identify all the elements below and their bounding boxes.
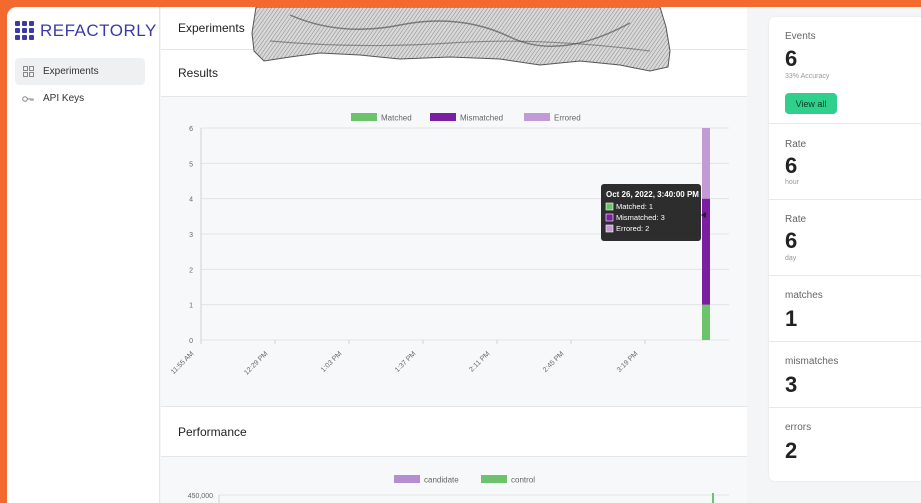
legend-swatch-errored xyxy=(524,113,550,121)
stat-value: 1 xyxy=(785,306,798,331)
tooltip-line: Errored: 2 xyxy=(616,224,649,233)
legend-label: control xyxy=(511,476,535,485)
performance-chart[interactable]: candidate control 450,000 xyxy=(161,457,747,503)
app-frame: REFACTORLY Experiments API Keys Experime… xyxy=(7,7,921,503)
stat-label: mismatches xyxy=(785,356,839,367)
stat-mismatches: mismatches 3 xyxy=(769,342,921,408)
stat-matches: matches 1 xyxy=(769,276,921,342)
stat-label: errors xyxy=(785,422,812,433)
legend-swatch-control xyxy=(481,475,507,483)
y-tick-label: 4 xyxy=(189,197,193,204)
sidebar-nav: Experiments API Keys xyxy=(15,58,145,112)
brand-name: REFACTORLY xyxy=(40,21,157,40)
stat-label: Rate xyxy=(785,214,807,225)
y-tick-label: 0 xyxy=(189,338,193,345)
x-tick-label: 2:45 PM xyxy=(542,350,566,374)
legend-label: Matched xyxy=(381,114,412,123)
x-tick-label: 12:29 PM xyxy=(243,350,269,376)
legend-label: Mismatched xyxy=(460,114,503,123)
tooltip-line: Mismatched: 3 xyxy=(616,213,665,222)
y-tick-label: 3 xyxy=(189,232,193,239)
performance-chart-area: candidate control 450,000 xyxy=(161,457,747,503)
sidebar-item-experiments[interactable]: Experiments xyxy=(15,58,145,85)
logo-icon xyxy=(15,21,35,41)
sidebar: REFACTORLY Experiments API Keys xyxy=(7,7,160,503)
x-tick-label: 1:37 PM xyxy=(394,350,418,374)
results-chart-area: Matched Mismatched Errored 0 1 2 3 4 5 6 11:55 AM 1… xyxy=(161,97,747,406)
legend-swatch-candidate xyxy=(394,475,420,483)
grid-icon xyxy=(22,66,34,78)
results-chart[interactable]: Matched Mismatched Errored 0 1 2 3 4 5 6 11:55 AM 1… xyxy=(161,97,747,406)
page-title: Experiments xyxy=(178,21,245,35)
stat-value: 6 xyxy=(785,153,798,178)
tooltip-swatch xyxy=(605,202,614,211)
stat-errors: errors 2 xyxy=(769,408,921,481)
stat-subtext: 33% Accuracy xyxy=(785,73,830,80)
legend-swatch-mismatched xyxy=(430,113,456,121)
sidebar-item-api-keys[interactable]: API Keys xyxy=(15,85,145,112)
bar-segment-matched xyxy=(702,304,710,340)
stat-value: 6 xyxy=(785,46,798,71)
stat-subtext: day xyxy=(785,255,797,262)
x-tick-label: 3:19 PM xyxy=(616,350,640,374)
view-all-button[interactable]: View all xyxy=(785,93,837,114)
legend-swatch-matched xyxy=(351,113,377,121)
main-content: Experiments Results Matched Mismatched Err… xyxy=(161,7,747,503)
chart-tooltip: Oct 26, 2022, 3:40:00 PM Matched: 1 Mismat… xyxy=(601,184,706,241)
sidebar-item-label: Experiments xyxy=(43,66,99,77)
tooltip-swatch xyxy=(605,224,614,233)
y-tick-label: 2 xyxy=(189,267,193,274)
stat-events: Events 6 33% Accuracy View all xyxy=(769,17,921,124)
stat-rate-day: Rate 6 day xyxy=(769,200,921,276)
stat-rate-hour: Rate 6 hour xyxy=(769,124,921,200)
key-icon xyxy=(22,93,34,105)
stat-value: 3 xyxy=(785,372,798,397)
bar-segment-errored xyxy=(702,128,710,199)
stat-label: matches xyxy=(785,290,823,301)
y-tick-label: 6 xyxy=(189,126,193,133)
stat-label: Events xyxy=(785,31,816,42)
sidebar-item-label: API Keys xyxy=(43,93,85,104)
y-tick-label: 450,000 xyxy=(188,493,213,500)
stats-panel: Events 6 33% Accuracy View all Rate 6 ho… xyxy=(769,17,921,481)
legend-label: candidate xyxy=(424,476,459,485)
x-tick-label: 2:11 PM xyxy=(468,350,491,373)
stat-value: 6 xyxy=(785,228,798,253)
tooltip-swatch xyxy=(605,213,614,222)
legend-label: Errored xyxy=(554,114,581,123)
x-tick-label: 11:55 AM xyxy=(170,350,196,376)
x-tick-label: 1:03 PM xyxy=(320,350,344,374)
stat-subtext: hour xyxy=(785,179,800,186)
brand-logo[interactable]: REFACTORLY xyxy=(15,21,157,41)
y-tick-label: 1 xyxy=(189,303,193,310)
stat-value: 2 xyxy=(785,438,798,463)
results-section: Results Matched Mismatched Errored 0 1 2 3 4 5 6 1… xyxy=(161,50,747,407)
performance-title: Performance xyxy=(161,407,747,457)
stat-label: Rate xyxy=(785,139,807,150)
crumpled-paper-overlay xyxy=(251,7,671,72)
performance-section: Performance candidate control 450,000 xyxy=(161,407,747,503)
y-tick-label: 5 xyxy=(189,161,193,168)
tooltip-line: Matched: 1 xyxy=(616,202,653,211)
tooltip-title: Oct 26, 2022, 3:40:00 PM xyxy=(606,190,699,199)
